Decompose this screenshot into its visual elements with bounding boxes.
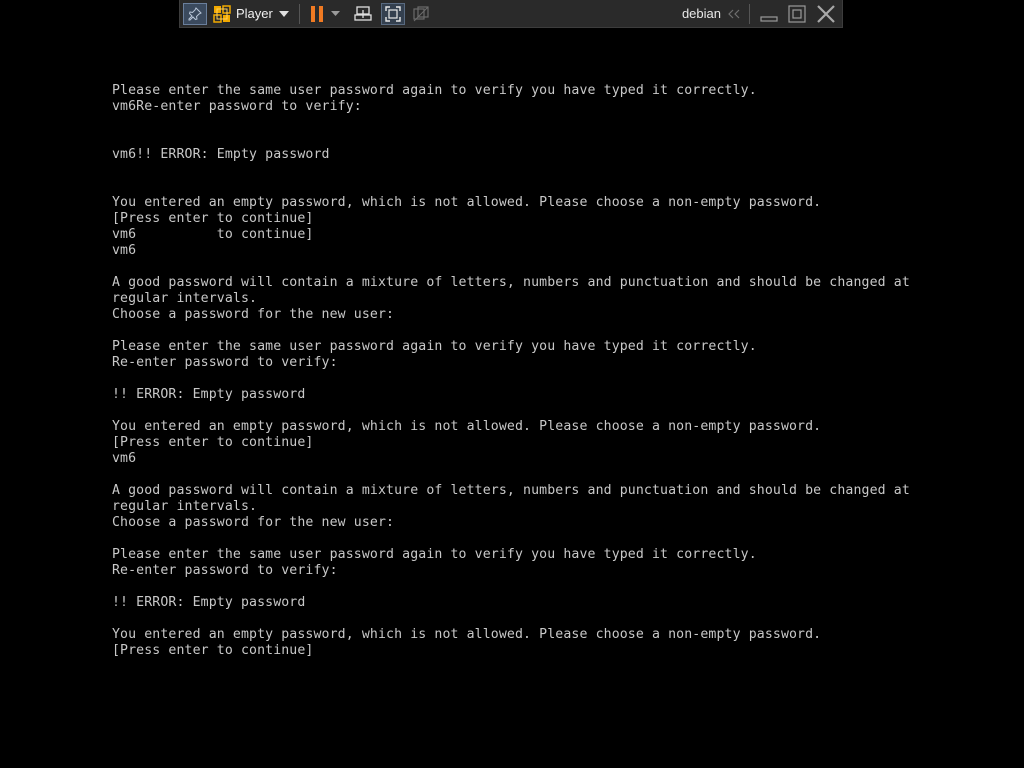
player-menu-dropdown[interactable] bbox=[277, 3, 291, 25]
full-screen-button[interactable] bbox=[380, 2, 405, 25]
player-menu-logo[interactable] bbox=[212, 3, 232, 25]
console-line: regular intervals. bbox=[112, 499, 258, 514]
power-options-dropdown[interactable] bbox=[330, 3, 342, 25]
console-line: vm6 bbox=[112, 243, 137, 258]
console-line: [Press enter to continue] bbox=[112, 643, 314, 658]
console-line: !! ERROR: Empty password bbox=[112, 595, 306, 610]
send-ctrl-alt-del-button[interactable] bbox=[351, 3, 375, 25]
toolbar-separator bbox=[298, 3, 300, 24]
close-icon bbox=[817, 4, 835, 23]
vm-player-toolbar: Player debian bbox=[179, 0, 843, 28]
console-line: A good password will contain a mixture o… bbox=[112, 483, 910, 498]
chevron-down-icon bbox=[278, 10, 289, 17]
restore-icon bbox=[788, 4, 806, 23]
unity-icon bbox=[413, 5, 429, 21]
console-line: vm6!! ERROR: Empty password bbox=[112, 147, 330, 162]
console-line: You entered an empty password, which is … bbox=[112, 627, 822, 642]
unity-mode-button[interactable] bbox=[409, 3, 433, 25]
console-line: Choose a password for the new user: bbox=[112, 515, 395, 530]
toolbar-separator bbox=[749, 3, 750, 24]
hide-toolbar-button[interactable] bbox=[725, 3, 743, 25]
ctrl-alt-del-icon bbox=[354, 5, 372, 21]
vmware-logo-icon bbox=[213, 4, 231, 23]
console-line: vm6 to continue] bbox=[112, 227, 314, 242]
pin-toolbar-button[interactable] bbox=[183, 2, 207, 25]
console-line: Please enter the same user password agai… bbox=[112, 547, 757, 562]
pause-icon bbox=[310, 5, 323, 22]
pause-vm-button[interactable] bbox=[306, 3, 328, 25]
minimize-button[interactable] bbox=[758, 3, 780, 25]
vm-console-screen[interactable]: Please enter the same user password agai… bbox=[112, 83, 910, 659]
console-line: Re-enter password to verify: bbox=[112, 563, 338, 578]
console-line: Re-enter password to verify: bbox=[112, 355, 338, 370]
console-line: You entered an empty password, which is … bbox=[112, 195, 822, 210]
player-menu-label[interactable]: Player bbox=[236, 6, 273, 21]
console-line: !! ERROR: Empty password bbox=[112, 387, 306, 402]
restore-button[interactable] bbox=[786, 3, 808, 25]
console-line: vm6Re-enter password to verify: bbox=[112, 99, 362, 114]
double-chevron-left-icon bbox=[728, 9, 740, 18]
console-line: [Press enter to continue] bbox=[112, 211, 314, 226]
pin-icon bbox=[188, 6, 202, 20]
chevron-down-icon bbox=[331, 11, 341, 16]
fullscreen-icon bbox=[385, 5, 401, 22]
console-line: You entered an empty password, which is … bbox=[112, 419, 822, 434]
console-line: Choose a password for the new user: bbox=[112, 307, 395, 322]
console-line: vm6 bbox=[112, 451, 137, 466]
console-line: Please enter the same user password agai… bbox=[112, 83, 757, 98]
console-line: Please enter the same user password agai… bbox=[112, 339, 757, 354]
vm-name-label: debian bbox=[681, 6, 721, 21]
minimize-icon bbox=[760, 15, 778, 22]
console-line: regular intervals. bbox=[112, 291, 258, 306]
console-line: A good password will contain a mixture o… bbox=[112, 275, 910, 290]
console-line: [Press enter to continue] bbox=[112, 435, 314, 450]
close-button[interactable] bbox=[814, 3, 838, 25]
